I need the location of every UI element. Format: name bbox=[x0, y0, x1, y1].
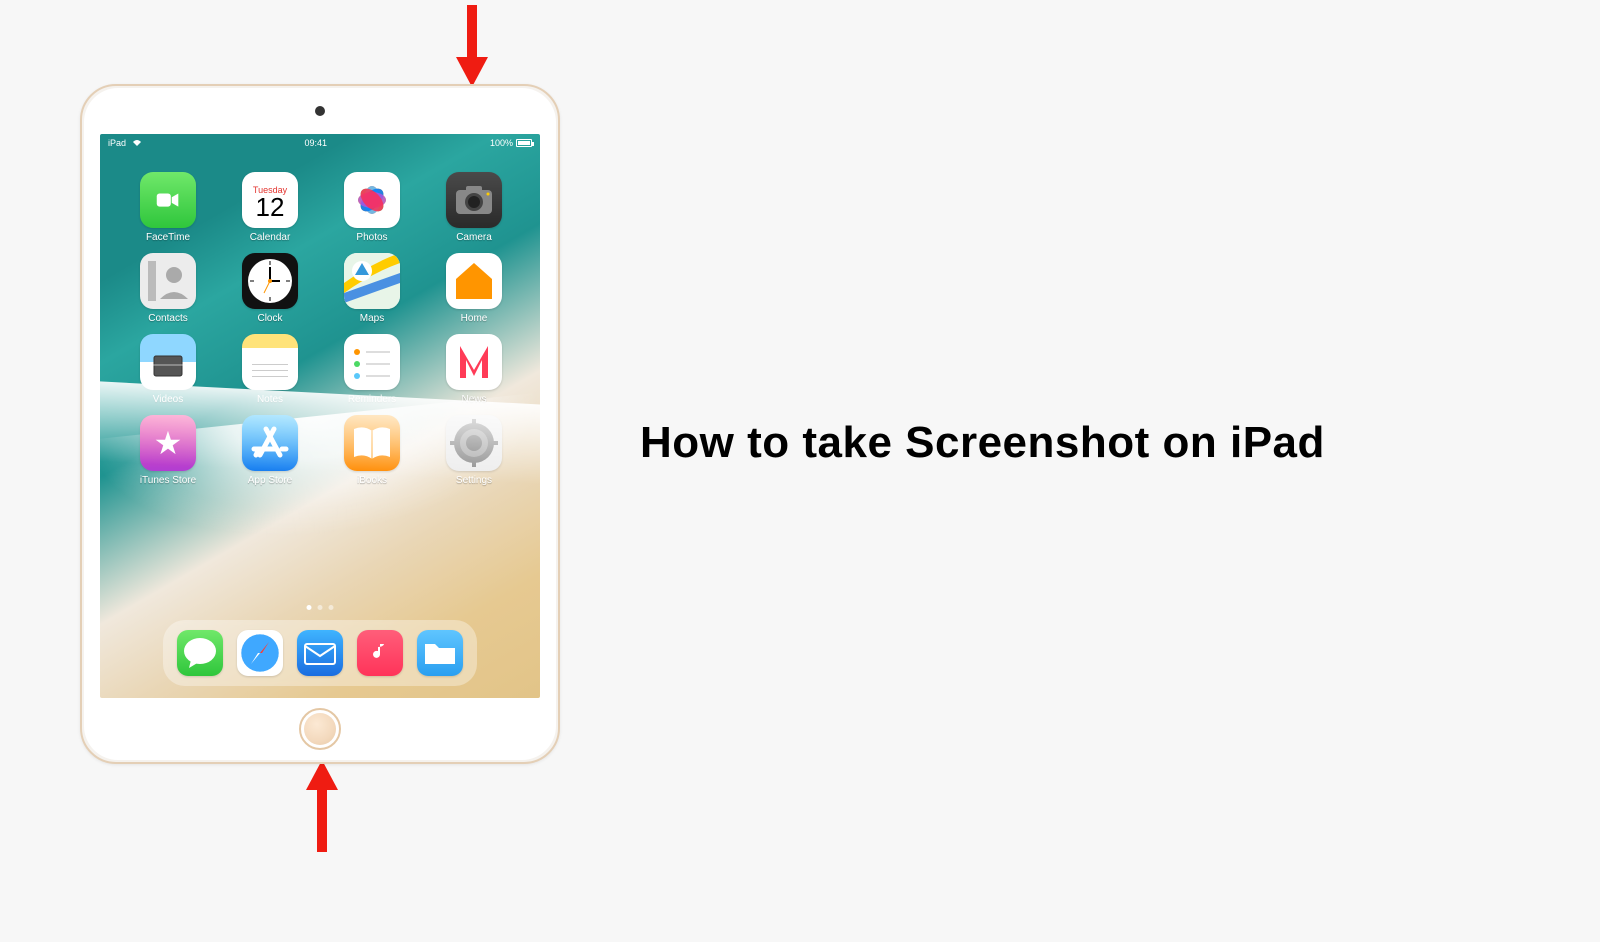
app-music[interactable] bbox=[357, 630, 403, 676]
app-clock[interactable]: Clock bbox=[230, 253, 310, 324]
app-home[interactable]: Home bbox=[434, 253, 514, 324]
reminders-icon bbox=[344, 334, 400, 390]
clock-icon bbox=[242, 253, 298, 309]
front-camera bbox=[315, 106, 325, 116]
camera-icon bbox=[446, 172, 502, 228]
homescreen-grid: FaceTime Tuesday 12 Calendar bbox=[128, 172, 514, 486]
status-battery: 100% bbox=[490, 138, 532, 148]
app-photos[interactable]: Photos bbox=[332, 172, 412, 243]
dock bbox=[163, 620, 477, 686]
app-reminders[interactable]: Reminders bbox=[332, 334, 412, 405]
app-camera[interactable]: Camera bbox=[434, 172, 514, 243]
wifi-icon bbox=[132, 138, 142, 148]
ipad-screen: iPad 09:41 100% FaceTime bbox=[100, 134, 540, 698]
settings-icon bbox=[446, 415, 502, 471]
app-notes[interactable]: Notes bbox=[230, 334, 310, 405]
home-icon bbox=[446, 253, 502, 309]
app-app-store[interactable]: App Store bbox=[230, 415, 310, 486]
app-calendar[interactable]: Tuesday 12 Calendar bbox=[230, 172, 310, 243]
page-indicator bbox=[307, 605, 334, 610]
app-news[interactable]: News bbox=[434, 334, 514, 405]
app-contacts[interactable]: Contacts bbox=[128, 253, 208, 324]
videos-icon bbox=[140, 334, 196, 390]
app-messages[interactable] bbox=[177, 630, 223, 676]
ipad-device: iPad 09:41 100% FaceTime bbox=[80, 84, 560, 764]
arrow-bottom-home-button bbox=[302, 760, 342, 852]
app-ibooks[interactable]: iBooks bbox=[332, 415, 412, 486]
itunes-store-icon: ★ bbox=[140, 415, 196, 471]
app-store-icon bbox=[242, 415, 298, 471]
app-safari[interactable] bbox=[237, 630, 283, 676]
app-mail[interactable] bbox=[297, 630, 343, 676]
app-settings[interactable]: Settings bbox=[434, 415, 514, 486]
app-itunes-store[interactable]: ★ iTunes Store bbox=[128, 415, 208, 486]
page-title: How to take Screenshot on iPad bbox=[640, 418, 1325, 468]
app-videos[interactable]: Videos bbox=[128, 334, 208, 405]
app-maps[interactable]: Maps bbox=[332, 253, 412, 324]
status-time: 09:41 bbox=[142, 138, 490, 148]
app-files[interactable] bbox=[417, 630, 463, 676]
facetime-icon bbox=[140, 172, 196, 228]
arrow-top-sleep-button bbox=[452, 5, 492, 87]
notes-icon bbox=[242, 334, 298, 390]
calendar-icon: Tuesday 12 bbox=[242, 172, 298, 228]
app-facetime[interactable]: FaceTime bbox=[128, 172, 208, 243]
home-button[interactable] bbox=[299, 708, 341, 750]
maps-icon bbox=[344, 253, 400, 309]
status-bar: iPad 09:41 100% bbox=[100, 134, 540, 152]
contacts-icon bbox=[140, 253, 196, 309]
ibooks-icon bbox=[344, 415, 400, 471]
status-device: iPad bbox=[108, 138, 142, 148]
news-icon bbox=[446, 334, 502, 390]
photos-icon bbox=[344, 172, 400, 228]
battery-icon bbox=[516, 139, 532, 147]
